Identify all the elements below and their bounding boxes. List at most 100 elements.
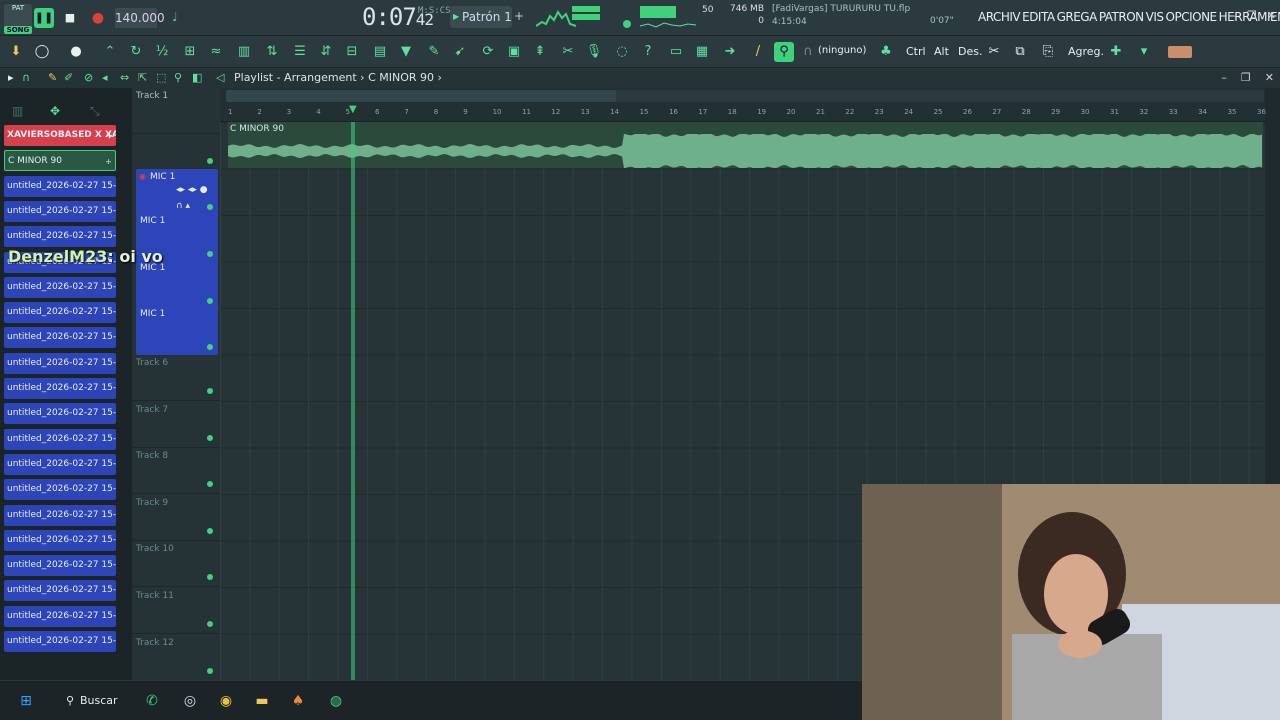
scrollbar-thumb[interactable]: [226, 90, 616, 102]
track-active-led[interactable]: [207, 574, 213, 581]
track-active-led[interactable]: [207, 481, 213, 488]
pattern-clip-item[interactable]: untitled_2026-02-27 15-...: [4, 631, 116, 652]
stamp-icon[interactable]: ♣: [876, 42, 896, 62]
bar-number[interactable]: 12: [551, 108, 560, 116]
cart-icon[interactable]: ▾: [1134, 42, 1154, 62]
playlist-minimize-button[interactable]: –: [1221, 71, 1227, 84]
pattern-clip-item[interactable]: untitled_2026-02-27 15-...: [4, 175, 116, 197]
track-active-led[interactable]: [207, 344, 213, 350]
playback-tool-icon[interactable]: ◧: [192, 71, 202, 84]
track-header[interactable]: Track 7: [132, 402, 220, 448]
bar-number[interactable]: 10: [493, 108, 502, 116]
picker-move-icon[interactable]: ✥: [50, 104, 60, 118]
song-position-display[interactable]: 0:0742 M:S:CS: [362, 3, 451, 31]
bar-number[interactable]: 2: [257, 108, 261, 116]
zoom-tool-icon[interactable]: ⚲: [174, 71, 182, 84]
spotify-icon[interactable]: ◍: [326, 691, 346, 711]
playlist-icon[interactable]: ☰: [290, 42, 310, 62]
plugin-picker-icon[interactable]: ▼: [396, 42, 416, 62]
bar-number[interactable]: 34: [1198, 108, 1207, 116]
bar-number[interactable]: 9: [463, 108, 467, 116]
cut-icon[interactable]: ✂: [984, 42, 1004, 62]
pattern-clip-item[interactable]: untitled_2026-02-27 15-...: [4, 428, 116, 450]
track-header[interactable]: Track 8: [132, 448, 220, 495]
bar-number[interactable]: 1: [228, 108, 232, 116]
refresh-icon[interactable]: ⟳: [478, 42, 498, 62]
track-active-led[interactable]: [207, 667, 213, 674]
download-icon[interactable]: ⬇: [6, 42, 26, 62]
bar-number[interactable]: 31: [1110, 108, 1119, 116]
add-button[interactable]: Agreg.: [1068, 45, 1104, 58]
restore-button[interactable]: ❐: [1247, 9, 1257, 22]
tempo-tap-icon[interactable]: ⌃: [100, 42, 120, 62]
blend-notes-icon[interactable]: ≈: [206, 42, 226, 62]
track-header[interactable]: Track 1: [132, 88, 220, 164]
magnet-icon[interactable]: ∩: [798, 42, 818, 62]
pattern-clip-item[interactable]: untitled_2026-02-27 15-...: [4, 580, 116, 602]
draw-tool-icon[interactable]: ✎: [48, 71, 57, 84]
track-active-led[interactable]: [207, 298, 213, 304]
bar-number[interactable]: 30: [1081, 108, 1090, 116]
delete-tool-icon[interactable]: ⊘: [84, 71, 93, 84]
track-header[interactable]: Track 11: [132, 588, 220, 634]
magnet-small-icon[interactable]: ∩: [22, 71, 30, 84]
pattern-options-icon[interactable]: ⧾: [106, 151, 111, 170]
help-icon[interactable]: ?: [638, 42, 658, 62]
bar-number[interactable]: 32: [1139, 108, 1148, 116]
pattern-clip-item[interactable]: C MINOR 90 ⧾: [4, 150, 116, 172]
bar-number[interactable]: 14: [610, 108, 619, 116]
headphones-icon[interactable]: ∩ ▴: [176, 201, 190, 211]
audio-clip[interactable]: C MINOR 90: [228, 122, 1263, 168]
bar-number[interactable]: 35: [1228, 108, 1237, 116]
current-pattern-name[interactable]: C MINOR 90: [368, 71, 434, 84]
playhead-marker-icon[interactable]: ▼: [349, 104, 361, 115]
bar-number[interactable]: 33: [1169, 108, 1178, 116]
select-tool-icon[interactable]: ⬚: [156, 71, 166, 84]
bar-number[interactable]: 36: [1257, 108, 1266, 116]
link-icon[interactable]: ⚲: [774, 42, 794, 62]
bar-number[interactable]: 17: [698, 108, 707, 116]
playlist-restore-button[interactable]: ❐: [1241, 71, 1251, 84]
pattern-clip-item[interactable]: untitled_2026-02-27 15-...: [4, 276, 116, 298]
track-active-led[interactable]: [207, 621, 213, 627]
picker-stretch-icon[interactable]: ⤡: [90, 104, 100, 119]
alt-key[interactable]: Alt: [934, 45, 949, 58]
snap-selector[interactable]: (ninguno): [818, 45, 866, 56]
bar-number[interactable]: 7: [404, 108, 408, 116]
piano-roll-icon[interactable]: ▤: [370, 42, 390, 62]
save-icon[interactable]: ▣: [504, 42, 524, 62]
bar-number[interactable]: 29: [1051, 108, 1060, 116]
pattern-clip-item[interactable]: untitled_2026-02-27 15-...: [4, 403, 116, 425]
mixer-icon[interactable]: ⇵: [316, 42, 336, 62]
pattern-options-icon[interactable]: ⧾: [107, 125, 112, 146]
obs-icon[interactable]: ◎: [180, 691, 200, 711]
menu-patron[interactable]: PATRON: [1099, 10, 1144, 24]
record-button[interactable]: ●: [88, 8, 108, 28]
copy-icon[interactable]: ⧉: [1010, 42, 1030, 62]
bar-number[interactable]: 27: [992, 108, 1001, 116]
arrange-icon[interactable]: ⇅: [262, 42, 282, 62]
bar-number[interactable]: 15: [640, 108, 649, 116]
track-active-led[interactable]: [207, 434, 213, 441]
mixer-route-icons[interactable]: ◂▸ ◂▸ ●: [176, 185, 208, 195]
touch-keyboard-icon[interactable]: ⇞: [530, 42, 550, 62]
bar-number[interactable]: 18: [728, 108, 737, 116]
whatsapp-icon[interactable]: ✆: [142, 691, 162, 711]
tempo-display[interactable]: 140.000: [115, 8, 165, 28]
bar-number[interactable]: 28: [1022, 108, 1031, 116]
channel-rack-icon[interactable]: ⊟: [342, 42, 362, 62]
playhead-line[interactable]: [351, 122, 355, 680]
pattern-clip-item[interactable]: untitled_2026-02-27 15-...: [4, 327, 116, 349]
browser-icon[interactable]: ✎: [424, 42, 444, 62]
bar-number[interactable]: 6: [375, 108, 379, 116]
paste-icon[interactable]: ⎘: [1038, 42, 1058, 62]
track-active-led[interactable]: [207, 251, 213, 257]
picker-grid-icon[interactable]: ▥: [12, 104, 23, 118]
ctrl-key[interactable]: Ctrl: [906, 45, 926, 58]
menu-opciones[interactable]: OPCIONE: [1166, 10, 1218, 24]
track-header[interactable]: Track 6: [132, 355, 220, 401]
pattern-clip-item[interactable]: untitled_2026-02-27 15-...: [4, 352, 116, 374]
slice-tool-icon[interactable]: ⇱: [138, 71, 147, 84]
bar-number[interactable]: 24: [904, 108, 913, 116]
bar-number[interactable]: 3: [287, 108, 291, 116]
